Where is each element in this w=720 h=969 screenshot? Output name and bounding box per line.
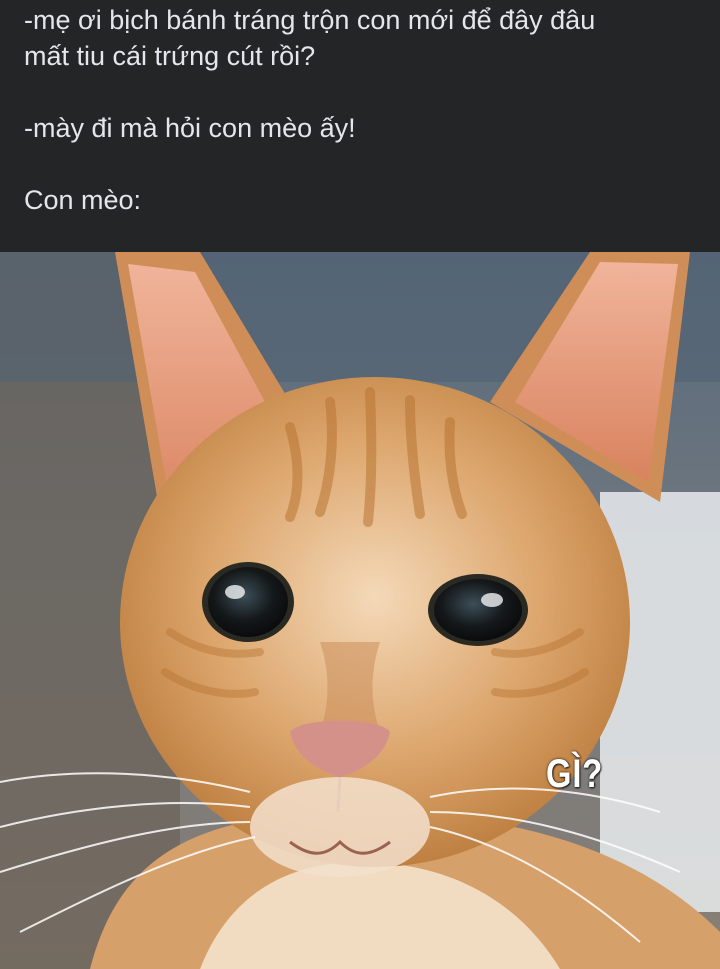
post-line-4: Con mèo:	[24, 185, 142, 215]
cat-illustration	[0, 252, 720, 969]
caption-text: GÌ?	[546, 752, 604, 796]
post-line-1: -mẹ ơi bịch bánh tráng trộn con mới để đ…	[24, 5, 596, 35]
post-line-3: -mày đi mà hỏi con mèo ấy!	[24, 113, 356, 143]
post-text: -mẹ ơi bịch bánh tráng trộn con mới để đ…	[0, 0, 720, 252]
cat-photo[interactable]: GÌ?	[0, 252, 720, 969]
post-line-2: mất tiu cái trứng cút rồi?	[24, 41, 316, 71]
